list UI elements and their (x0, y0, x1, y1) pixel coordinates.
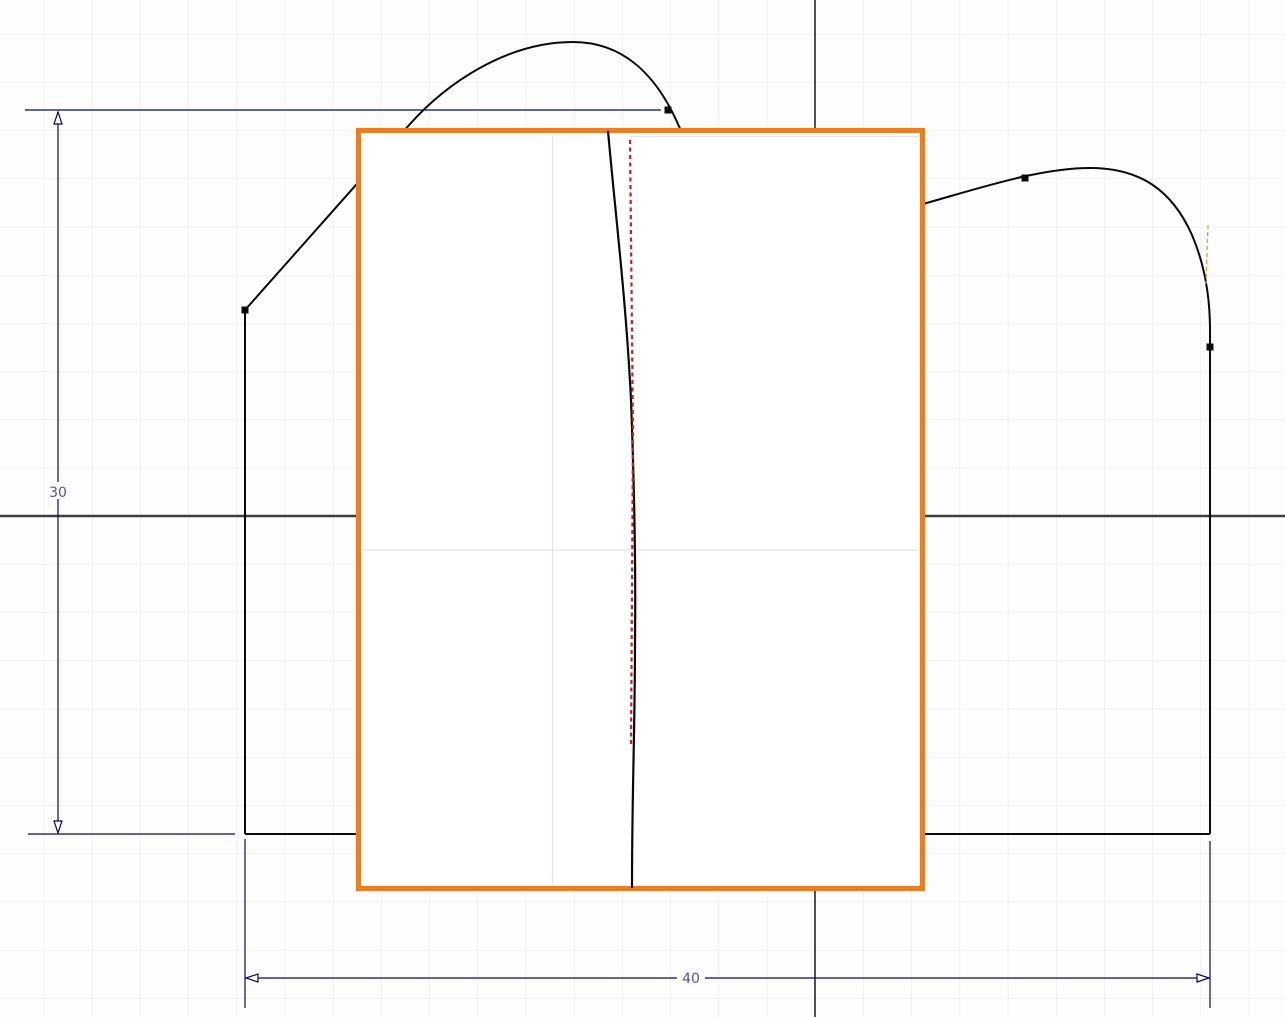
sketch-point[interactable] (1021, 174, 1029, 182)
vertical-dimension-label[interactable]: 30 (45, 482, 71, 501)
dimension-value-text[interactable]: 30 (49, 485, 67, 501)
sketch-canvas[interactable]: 30 40 (0, 0, 1285, 1017)
sketch-point[interactable] (664, 106, 672, 114)
cad-viewport[interactable]: 30 40 (0, 0, 1285, 1017)
dimension-value-text[interactable]: 40 (682, 971, 700, 987)
sketch-point[interactable] (241, 306, 249, 314)
sketch-point[interactable] (1206, 343, 1214, 351)
horizontal-dimension-label[interactable]: 40 (677, 969, 705, 987)
sketch-plane[interactable] (356, 128, 925, 891)
